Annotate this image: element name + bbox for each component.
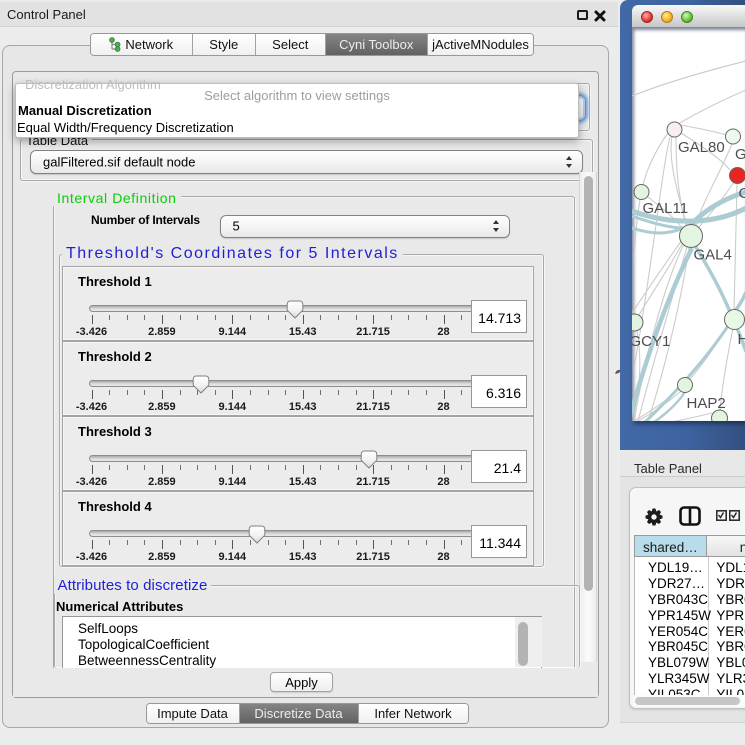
svg-text:GAL80: GAL80 xyxy=(678,139,725,156)
svg-text:CA: CA xyxy=(738,185,745,202)
svg-text:HAP2: HAP2 xyxy=(686,395,725,412)
svg-text:GAL4: GAL4 xyxy=(693,247,731,264)
svg-text:GCY1: GCY1 xyxy=(632,333,670,350)
svg-text:HI: HI xyxy=(737,331,745,348)
svg-text:GA: GA xyxy=(735,146,745,163)
svg-text:GAL11: GAL11 xyxy=(642,200,688,217)
